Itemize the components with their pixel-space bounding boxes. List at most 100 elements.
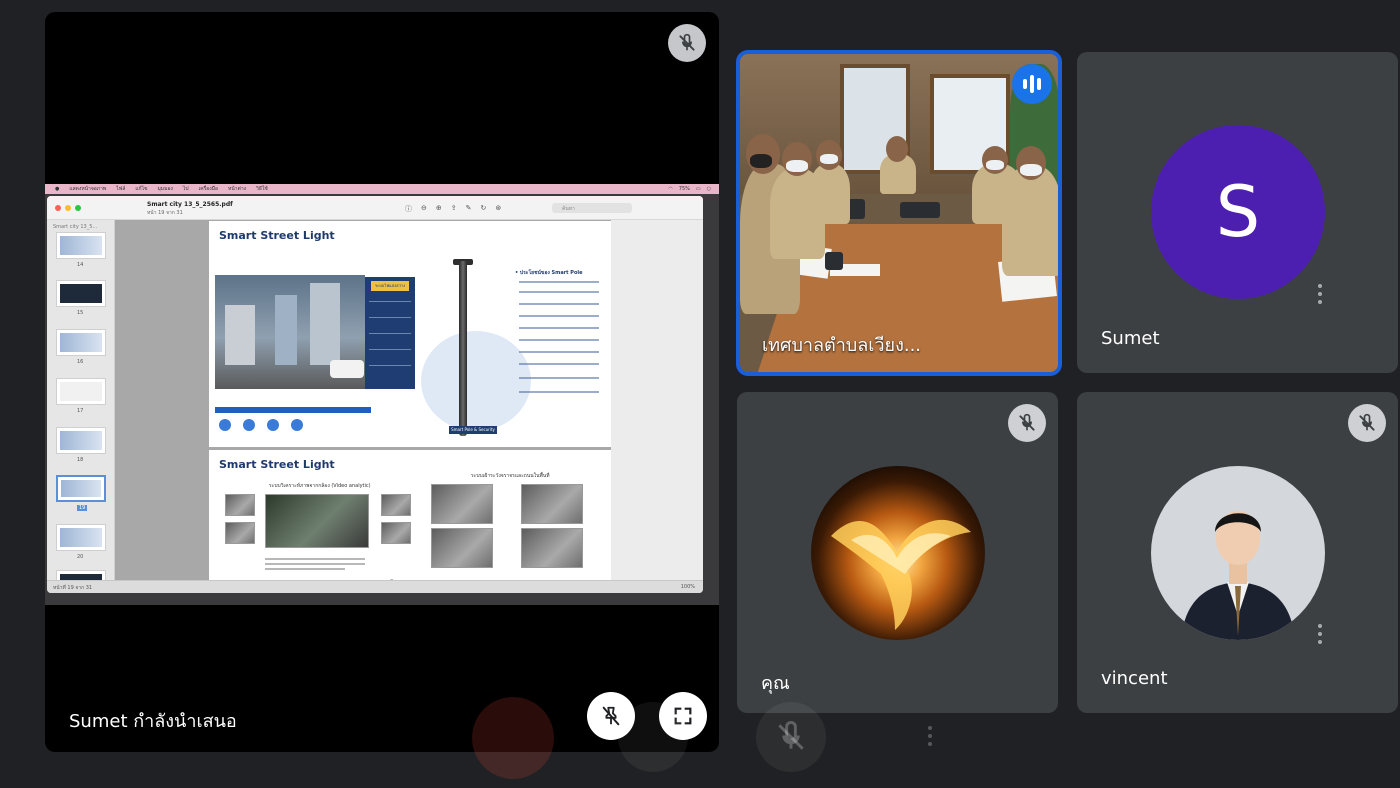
slide-bullets bbox=[265, 558, 365, 573]
page-thumbnail bbox=[56, 329, 106, 356]
window-statusbar: หน้าที่ 19 จาก 31 100% bbox=[47, 580, 703, 593]
mic-toggle-button[interactable] bbox=[756, 702, 826, 772]
feature-panel: ระบบไฟแสงสว่าง bbox=[365, 277, 415, 389]
zoom-out-icon: ⊖ bbox=[421, 204, 427, 212]
cctv-image bbox=[225, 522, 255, 544]
page-thumbnail bbox=[56, 524, 106, 551]
share-icon: ⇪ bbox=[450, 204, 457, 212]
page-thumbnail bbox=[56, 378, 106, 405]
page-thumbnail bbox=[56, 427, 106, 454]
toolbar-icons: ⓘ ⊖ ⊕ ⇪ ✎ ↻ ⊛ bbox=[405, 204, 501, 214]
street-illustration bbox=[215, 275, 365, 389]
participant-name: เทศบาลตำบลเวียง... bbox=[762, 335, 922, 356]
page-thumbnail bbox=[56, 232, 106, 259]
cctv-image bbox=[381, 522, 411, 544]
participant-name: Sumet bbox=[1101, 328, 1160, 349]
preview-window: Smart city 13_5_2565.pdf หน้า 19 จาก 31 … bbox=[47, 196, 703, 593]
meeting-stage: ● แสดงหน้าจอภาพ ไฟล์ แก้ไข มุมมอง ไป เคร… bbox=[0, 0, 1400, 788]
page-thumbnail bbox=[56, 570, 106, 580]
unpin-icon bbox=[602, 706, 620, 726]
thumbnail-number: 20 bbox=[77, 554, 84, 560]
slide-page: Smart Street Light ระบบไฟแสงสว่าง Smart … bbox=[209, 221, 611, 447]
audio-level-icon bbox=[1012, 64, 1052, 104]
cctv-image bbox=[431, 484, 493, 524]
preview-search-field: ค้นหา bbox=[552, 203, 632, 213]
document-title: Smart city 13_5_2565.pdf bbox=[147, 201, 233, 208]
thumbnail-number-selected: 19 bbox=[77, 505, 88, 511]
more-vert-icon[interactable] bbox=[1317, 284, 1323, 304]
rotate-icon: ↻ bbox=[480, 204, 487, 212]
cctv-image bbox=[521, 484, 583, 524]
close-icon bbox=[55, 205, 61, 211]
menubar-item: วิธีใช้ bbox=[256, 186, 268, 192]
document-viewer: Smart Street Light ระบบไฟแสงสว่าง Smart … bbox=[115, 220, 611, 590]
slide-page: Smart Street Light ระบบเฝ้าระวังจราจรและ… bbox=[209, 450, 611, 590]
participant-name: คุณ bbox=[761, 673, 790, 694]
platform-bar bbox=[215, 407, 371, 413]
menubar-item: มุมมอง bbox=[157, 186, 173, 192]
cctv-image bbox=[381, 494, 411, 516]
battery-icon: ▭ bbox=[695, 186, 701, 192]
feature-icons bbox=[219, 419, 303, 431]
page-thumbnail-selected bbox=[56, 475, 106, 502]
mic-off-icon bbox=[778, 720, 804, 750]
cctv-image bbox=[265, 494, 369, 548]
avatar: S bbox=[1151, 125, 1325, 299]
slide-title: Smart Street Light bbox=[219, 458, 335, 471]
zoom-icon bbox=[75, 205, 81, 211]
mic-off-icon bbox=[1008, 404, 1046, 442]
slide-title: Smart Street Light bbox=[219, 229, 335, 242]
participant-tile-vincent[interactable]: vincent bbox=[1077, 392, 1398, 713]
battery-percent: 75% bbox=[678, 186, 690, 192]
zoom-in-icon: ⊕ bbox=[435, 204, 442, 212]
shared-screen: ● แสดงหน้าจอภาพ ไฟล์ แก้ไข มุมมอง ไป เคร… bbox=[45, 184, 719, 605]
menubar-item: เครื่องมือ bbox=[198, 186, 219, 192]
slide-caption: ระบบเฝ้าระวังจราจรและถนนในพื้นที่ bbox=[471, 473, 550, 479]
menubar-status: ◠ 75% ▭ ○ bbox=[668, 186, 719, 192]
menubar-item: แสดงหน้าจอภาพ bbox=[69, 186, 107, 192]
wifi-icon: ◠ bbox=[668, 186, 673, 192]
thumbnail-number: 17 bbox=[77, 408, 84, 414]
menubar-item: หน้าต่าง bbox=[228, 186, 247, 192]
thumbnail-number: 16 bbox=[77, 359, 84, 365]
pole-background bbox=[421, 331, 531, 431]
menubar-item: ไป bbox=[182, 186, 189, 192]
thumbnail-number: 18 bbox=[77, 457, 84, 463]
cctv-image bbox=[521, 528, 583, 568]
annotate-icon: ⊛ bbox=[495, 204, 502, 212]
document-page-count: หน้า 19 จาก 31 bbox=[147, 210, 183, 216]
thumbnail-sidebar: Smart city 13_5... 14 15 16 17 18 19 20 bbox=[47, 220, 115, 580]
slide-caption: ระบบวิเคราะห์ภาพจากกล้อง (Video analytic… bbox=[269, 483, 371, 489]
more-options-icon[interactable] bbox=[927, 726, 933, 746]
pole-caption: Smart Pole & Security bbox=[449, 426, 497, 434]
sidebar-title: Smart city 13_5... bbox=[53, 224, 98, 230]
phoenix-icon bbox=[831, 519, 971, 630]
info-icon: ⓘ bbox=[405, 205, 412, 213]
page-thumbnail bbox=[56, 280, 106, 307]
participant-tile-sumet[interactable]: S Sumet bbox=[1077, 52, 1398, 373]
cctv-image bbox=[431, 528, 493, 568]
participant-video-tile[interactable]: เทศบาลตำบลเวียง... bbox=[736, 50, 1062, 376]
participant-tile-you[interactable]: คุณ bbox=[737, 392, 1058, 713]
status-page: หน้าที่ 19 จาก 31 bbox=[53, 585, 93, 591]
avatar bbox=[811, 466, 985, 640]
search-icon: ○ bbox=[706, 186, 711, 192]
features-title: • ประโยชน์ของ Smart Pole bbox=[515, 270, 583, 276]
markup-icon: ✎ bbox=[465, 204, 472, 212]
participant-name: vincent bbox=[1101, 668, 1168, 689]
camera-toggle-button[interactable] bbox=[618, 702, 688, 772]
panel-tag: ระบบไฟแสงสว่าง bbox=[371, 281, 409, 291]
minimize-icon bbox=[65, 205, 71, 211]
avatar bbox=[1151, 466, 1325, 640]
presenter-tile[interactable]: ● แสดงหน้าจอภาพ ไฟล์ แก้ไข มุมมอง ไป เคร… bbox=[45, 12, 719, 752]
mic-off-icon bbox=[668, 24, 706, 62]
person-photo-icon bbox=[1181, 511, 1295, 640]
thumbnail-number: 14 bbox=[77, 262, 84, 268]
traffic-lights bbox=[55, 205, 81, 211]
more-vert-icon[interactable] bbox=[1317, 624, 1323, 644]
leave-call-button[interactable] bbox=[472, 697, 554, 779]
menubar-item: แก้ไข bbox=[135, 186, 148, 192]
status-zoom: 100% bbox=[680, 584, 695, 590]
mac-menubar: ● แสดงหน้าจอภาพ ไฟล์ แก้ไข มุมมอง ไป เคร… bbox=[45, 184, 719, 194]
mic-off-icon bbox=[1348, 404, 1386, 442]
